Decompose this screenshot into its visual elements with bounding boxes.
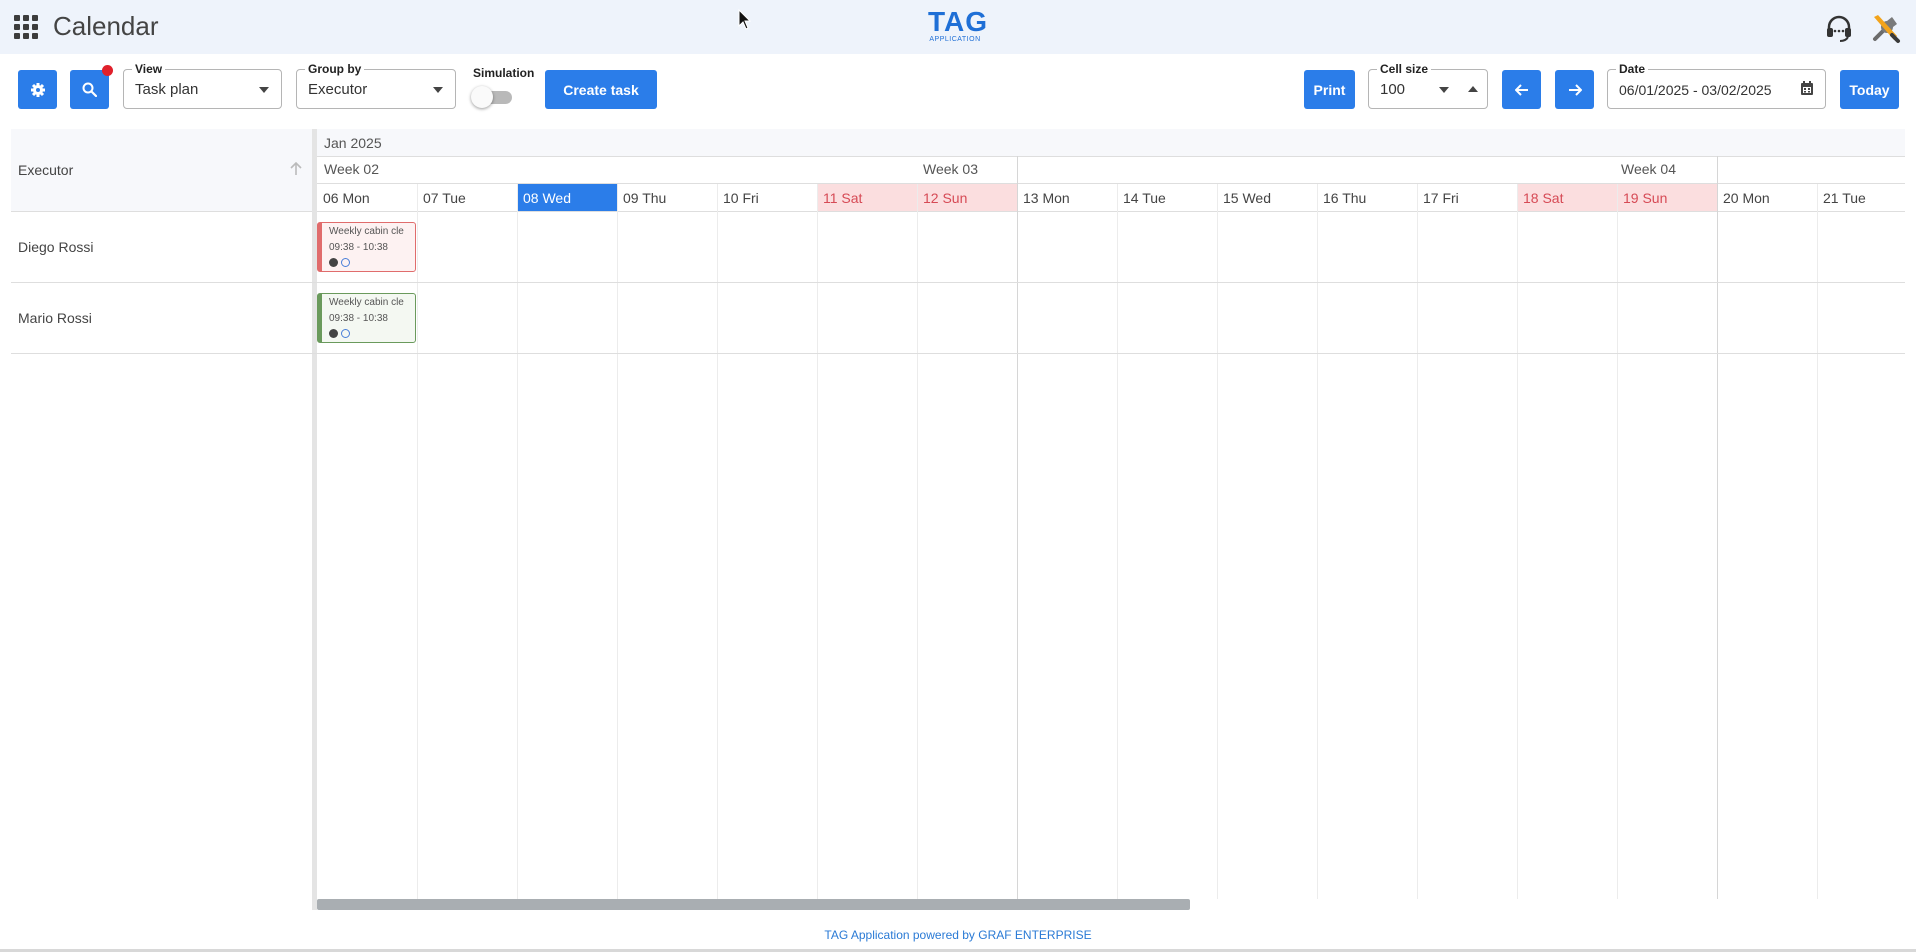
footer-text: TAG Application powered by GRAF ENTERPRI…	[824, 928, 1092, 942]
next-period-button[interactable]	[1555, 70, 1594, 109]
day-column-line	[1717, 156, 1718, 899]
row-divider	[11, 353, 1905, 354]
view-legend: View	[132, 62, 166, 76]
increase-arrow-icon[interactable]	[1468, 86, 1478, 92]
search-button[interactable]	[70, 70, 109, 109]
day-header-cell[interactable]: 10 Fri	[717, 184, 817, 211]
header-divider	[317, 156, 1905, 157]
executor-column-header[interactable]: Executor	[11, 129, 312, 211]
day-header-cell[interactable]: 08 Wed	[517, 184, 617, 211]
groupby-select[interactable]: Group by Executor	[296, 62, 456, 109]
day-header-cell[interactable]: 12 Sun	[917, 184, 1017, 211]
sort-arrow-up-icon[interactable]	[290, 162, 302, 176]
week-label: Week 03	[923, 161, 978, 177]
tools-settings-icon[interactable]	[1870, 12, 1902, 44]
day-header-cell[interactable]: 07 Tue	[417, 184, 517, 211]
day-header-cell[interactable]: 13 Mon	[1017, 184, 1117, 211]
executor-header-label: Executor	[18, 162, 74, 178]
top-bar: Calendar TAG APPLICATION	[0, 0, 1916, 54]
day-column-line	[817, 184, 818, 899]
headset-support-icon[interactable]	[1824, 13, 1854, 43]
filter-active-badge	[102, 65, 113, 76]
day-column-line	[1817, 184, 1818, 899]
header-divider	[317, 211, 1905, 212]
day-column-line	[417, 184, 418, 899]
day-column-line	[1217, 184, 1218, 899]
day-header-cell[interactable]: 16 Thu	[1317, 184, 1417, 211]
chevron-down-icon	[433, 87, 443, 93]
decrease-arrow-icon[interactable]	[1439, 87, 1449, 93]
date-range-value: 06/01/2025 - 03/02/2025	[1619, 82, 1772, 98]
day-column-line	[1617, 184, 1618, 899]
day-column-line	[1317, 184, 1318, 899]
task-card[interactable]: Weekly cabin cle 09:38 - 10:38	[317, 293, 416, 343]
day-column-line	[617, 184, 618, 899]
status-circle-icon	[341, 329, 350, 338]
day-header-cell[interactable]: 19 Sun	[1617, 184, 1717, 211]
executor-row-label: Mario Rossi	[18, 310, 92, 326]
cellsize-value: 100	[1380, 81, 1406, 98]
tag-logo: TAG APPLICATION	[928, 6, 989, 44]
day-header-cell[interactable]: 09 Thu	[617, 184, 717, 211]
day-column-line	[717, 184, 718, 899]
groupby-value: Executor	[308, 81, 368, 98]
day-header-cell[interactable]: 18 Sat	[1517, 184, 1617, 211]
simulation-label: Simulation	[473, 66, 535, 80]
groupby-legend: Group by	[305, 62, 365, 76]
arrow-right-icon	[1568, 83, 1582, 96]
cellsize-legend: Cell size	[1377, 62, 1432, 76]
day-column-line	[1117, 184, 1118, 899]
settings-button[interactable]	[18, 70, 57, 109]
clock-icon	[329, 258, 338, 267]
day-header-cell[interactable]: 14 Tue	[1117, 184, 1217, 211]
logo-sub-text: APPLICATION	[929, 36, 981, 43]
date-legend: Date	[1616, 62, 1649, 76]
apps-grid-icon[interactable]	[14, 15, 38, 39]
arrow-left-icon	[1514, 83, 1528, 96]
calendar-icon[interactable]	[1800, 81, 1814, 96]
day-column-line	[1017, 156, 1018, 899]
day-header-cell[interactable]: 15 Wed	[1217, 184, 1317, 211]
create-task-button[interactable]: Create task	[545, 70, 657, 109]
view-value: Task plan	[135, 81, 199, 98]
status-circle-icon	[341, 258, 350, 267]
gear-icon	[30, 82, 45, 97]
day-column-line	[917, 184, 918, 899]
day-column-line	[1417, 184, 1418, 899]
month-label: Jan 2025	[324, 135, 382, 151]
previous-period-button[interactable]	[1502, 70, 1541, 109]
mouse-cursor-icon	[738, 9, 752, 30]
executor-row-label: Diego Rossi	[18, 239, 94, 255]
print-button[interactable]: Print	[1304, 70, 1355, 109]
app-title: Calendar	[53, 11, 159, 41]
day-header-cell[interactable]: 21 Tue	[1817, 184, 1916, 211]
simulation-toggle-knob[interactable]	[471, 86, 493, 108]
logo-main-text: TAG	[928, 6, 989, 37]
task-card[interactable]: Weekly cabin cle 09:38 - 10:38	[317, 222, 416, 272]
view-select[interactable]: View Task plan	[123, 62, 282, 109]
day-header-cell[interactable]: 11 Sat	[817, 184, 917, 211]
horizontal-scrollbar[interactable]	[317, 899, 1190, 910]
day-column-line	[1517, 184, 1518, 899]
search-icon	[82, 82, 97, 97]
row-divider	[11, 282, 1905, 283]
today-button[interactable]: Today	[1840, 70, 1899, 109]
task-title: Weekly cabin cle	[329, 226, 404, 237]
chevron-down-icon	[259, 87, 269, 93]
week-label: Week 02	[324, 161, 379, 177]
date-range-field[interactable]: Date 06/01/2025 - 03/02/2025	[1607, 62, 1826, 109]
week-label: Week 04	[1621, 161, 1676, 177]
day-header-cell[interactable]: 06 Mon	[317, 184, 417, 211]
day-header-cell[interactable]: 20 Mon	[1717, 184, 1817, 211]
day-header-cell[interactable]: 17 Fri	[1417, 184, 1517, 211]
task-time: 09:38 - 10:38	[329, 242, 388, 253]
clock-icon	[329, 329, 338, 338]
task-title: Weekly cabin cle	[329, 297, 404, 308]
row-divider	[11, 211, 312, 212]
month-header-row: Jan 2025	[317, 129, 1905, 156]
cellsize-stepper[interactable]: Cell size 100	[1368, 62, 1488, 109]
day-column-line	[517, 184, 518, 899]
task-time: 09:38 - 10:38	[329, 313, 388, 324]
